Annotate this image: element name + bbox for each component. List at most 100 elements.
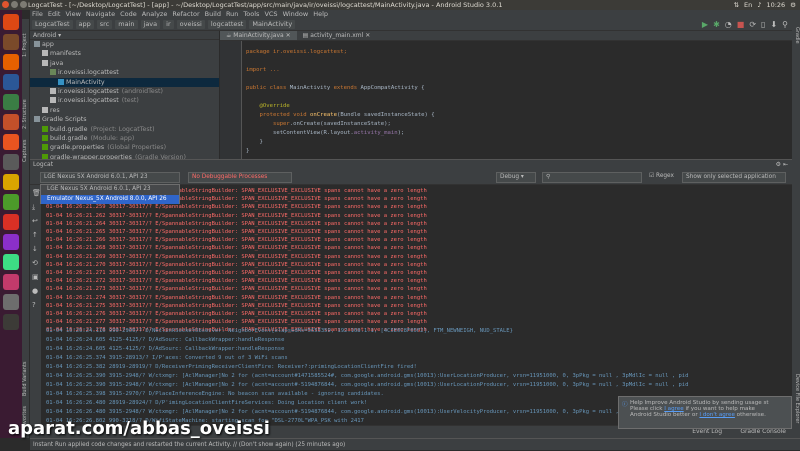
menu-item-code[interactable]: Code (120, 10, 137, 19)
logcat-output[interactable]: 01-04 16:26:21.255 30317-30317/? E/Spann… (42, 185, 792, 425)
log-level-selector[interactable]: Debug ▾ (496, 172, 536, 183)
run-icon[interactable]: ▶ (702, 20, 708, 30)
process-selector[interactable]: No Debuggable Processes (188, 172, 292, 183)
android-studio-icon[interactable] (3, 254, 19, 270)
libreoffice-calc-icon[interactable] (3, 94, 19, 110)
tool-tab-project[interactable]: 1: Project (22, 25, 30, 65)
terminal-icon[interactable] (3, 194, 19, 210)
tree-item[interactable]: manifests (30, 49, 219, 58)
soft-wraps-icon[interactable]: ↩ (32, 217, 38, 225)
breadcrumb-item[interactable]: LogcatTest (32, 20, 73, 29)
tree-item-suffix: (Module: app) (90, 134, 135, 142)
keyboard-icon[interactable]: En (744, 0, 752, 10)
tree-item[interactable]: ir.oveissi.logcattest (test) (30, 96, 219, 105)
clock[interactable]: 10:26 (766, 0, 785, 10)
regex-checkbox[interactable]: ☑ Regex (646, 172, 680, 183)
tree-item[interactable]: app (30, 40, 219, 49)
filter-selector[interactable]: Show only selected application (682, 172, 786, 183)
search-input[interactable]: ⚲ (542, 172, 642, 183)
down-arrow-icon[interactable]: ↓ (32, 245, 38, 253)
menu-item-window[interactable]: Window (283, 10, 309, 19)
tab-label: MainActivity.java (233, 32, 284, 39)
tree-item[interactable]: Gradle Scripts (30, 115, 219, 124)
app-icon[interactable] (3, 274, 19, 290)
sdk-manager-icon[interactable]: ⬇ (770, 20, 777, 30)
libreoffice-writer-icon[interactable] (3, 74, 19, 90)
settings-icon[interactable] (3, 154, 19, 170)
tree-item[interactable]: build.gradle (Module: app) (30, 134, 219, 143)
tree-item[interactable]: ir.oveissi.logcattest (androidTest) (30, 87, 219, 96)
menu-item-analyze[interactable]: Analyze (142, 10, 168, 19)
tree-item[interactable]: java (30, 59, 219, 68)
tool-tab-captures[interactable]: Captures (22, 137, 30, 165)
software-center-icon[interactable] (3, 134, 19, 150)
firefox-icon[interactable] (3, 54, 19, 70)
trash-icon[interactable] (3, 314, 19, 330)
screenshot-icon[interactable]: ▣ (32, 273, 39, 281)
chrome-icon[interactable] (3, 214, 19, 230)
device-selector[interactable]: LGE Nexus 5X Android 6.0.1, API 23 (40, 172, 180, 183)
breadcrumb-item[interactable]: ir (163, 20, 174, 29)
disk-icon[interactable] (3, 294, 19, 310)
tree-item[interactable]: ir.oveissi.logcattest (30, 68, 219, 77)
event-log-tab[interactable]: Event Log (692, 428, 722, 435)
tool-tab-device-file-explorer[interactable]: Device File Explorer (792, 359, 800, 439)
menu-item-refactor[interactable]: Refactor (172, 10, 199, 19)
tool-tab-structure[interactable]: 2: Structure (22, 95, 30, 133)
breadcrumb-item[interactable]: java (140, 20, 161, 29)
minimize-window-button[interactable] (11, 1, 18, 8)
app-icon[interactable] (3, 234, 19, 250)
avd-manager-icon[interactable]: ▯ (761, 20, 765, 30)
menu-item-vcs[interactable]: VCS (264, 10, 277, 19)
tool-tab-gradle[interactable]: Gradle (792, 23, 800, 47)
tree-item[interactable]: res (30, 106, 219, 115)
files-icon[interactable] (3, 34, 19, 50)
menu-item-navigate[interactable]: Navigate (86, 10, 115, 19)
up-arrow-icon[interactable]: ↑ (32, 231, 38, 239)
code-view[interactable]: package ir.oveissi.logcattest; import ..… (246, 48, 435, 156)
device-option-selected[interactable]: Emulator Nexus_5X Android 8.0.0, API 26 (41, 194, 179, 204)
tool-tab-build-variants[interactable]: Build Variants (22, 359, 30, 399)
breadcrumb-item[interactable]: MainActivity (249, 20, 296, 29)
tree-item[interactable]: build.gradle (Project: LogcatTest) (30, 125, 219, 134)
settings-gear-icon[interactable]: ⚙ (790, 0, 796, 10)
log-line-info: 01-04 16:26:25.398 3915-2970/? D/PlaceIn… (46, 391, 384, 397)
profile-icon[interactable]: ◔ (725, 20, 732, 30)
restart-icon[interactable]: ⟲ (32, 259, 38, 267)
tab-activity-main-xml[interactable]: ▤ activity_main.xml ✕ (297, 31, 377, 40)
close-window-button[interactable] (2, 1, 9, 8)
folder-icon (42, 134, 48, 141)
screen-record-icon[interactable]: ● (32, 287, 38, 295)
breadcrumb-item[interactable]: src (96, 20, 113, 29)
vlc-icon[interactable] (3, 174, 19, 190)
sync-icon[interactable]: ⟳ (749, 20, 756, 30)
scroll-to-end-icon[interactable]: ⤓ (32, 203, 35, 212)
breadcrumb-item[interactable]: logcattest (207, 20, 247, 29)
help-icon[interactable]: ? (32, 301, 36, 309)
debug-icon[interactable]: ✱ (713, 20, 720, 30)
menu-item-edit[interactable]: Edit (48, 10, 61, 19)
tab-mainactivity[interactable]: ☕ MainActivity.java ✕ (220, 31, 297, 40)
gradle-console-tab[interactable]: Gradle Console (740, 428, 786, 435)
volume-icon[interactable]: ♪ (757, 0, 761, 10)
search-everywhere-icon[interactable]: ⚲ (782, 20, 788, 30)
menu-item-tools[interactable]: Tools (243, 10, 259, 19)
menu-item-view[interactable]: View (65, 10, 80, 19)
breadcrumb-item[interactable]: main (115, 20, 138, 29)
menu-item-help[interactable]: Help (313, 10, 328, 19)
libreoffice-impress-icon[interactable] (3, 114, 19, 130)
menu-item-run[interactable]: Run (226, 10, 238, 19)
menu-item-file[interactable]: File (32, 10, 43, 19)
tree-item[interactable]: MainActivity (30, 77, 219, 87)
disagree-link[interactable]: I don't agree (699, 412, 735, 418)
dash-icon[interactable] (3, 14, 19, 30)
network-icon[interactable]: ⇅ (734, 0, 739, 10)
project-view-selector[interactable]: Android ▾ (30, 31, 219, 40)
tree-item[interactable]: gradle.properties (Global Properties) (30, 143, 219, 152)
maximize-window-button[interactable] (20, 1, 27, 8)
breadcrumb-item[interactable]: app (75, 20, 94, 29)
stop-icon[interactable]: ■ (737, 20, 745, 30)
device-option[interactable]: LGE Nexus 5X Android 6.0.1, API 23 (41, 185, 179, 195)
breadcrumb-item[interactable]: oveissi (176, 20, 205, 29)
menu-item-build[interactable]: Build (205, 10, 221, 19)
